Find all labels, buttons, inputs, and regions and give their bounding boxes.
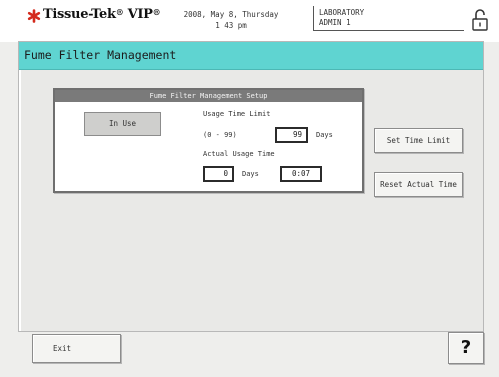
user-info: LABORATORY ADMIN 1 xyxy=(313,6,464,31)
screen: Tissue-Tek® VIP® 2008, May 8, Thursday 1… xyxy=(0,0,499,377)
actual-usage-label: Actual Usage Time xyxy=(203,150,275,158)
logo-text: Tissue-Tek® VIP® xyxy=(43,7,161,22)
page-title: Fume Filter Management xyxy=(19,42,483,70)
usage-limit-range: (0 - 99) xyxy=(203,131,237,139)
set-time-limit-button[interactable]: Set Time Limit xyxy=(374,128,463,153)
location-label: LABORATORY xyxy=(319,8,365,17)
date-time-display: 2008, May 8, Thursday 1 43 pm xyxy=(176,9,286,31)
main-panel: Fume Filter Management Fume Filter Manag… xyxy=(18,41,484,332)
exit-button[interactable]: Exit xyxy=(32,334,121,363)
actual-time-input[interactable]: 0:07 xyxy=(280,166,322,182)
padlock-open-icon xyxy=(472,9,488,31)
asterisk-logo-icon xyxy=(27,8,41,23)
usage-limit-unit: Days xyxy=(316,131,333,139)
actual-days-input[interactable]: 0 xyxy=(203,166,234,182)
actual-days-unit: Days xyxy=(242,170,259,178)
usage-limit-label: Usage Time Limit xyxy=(203,110,271,118)
reset-actual-time-button[interactable]: Reset Actual Time xyxy=(374,172,463,197)
setup-panel: Fume Filter Management Setup In Use Usag… xyxy=(53,88,364,193)
date-label: 2008, May 8, Thursday xyxy=(183,10,279,19)
in-use-button[interactable]: In Use xyxy=(84,112,161,136)
header: Tissue-Tek® VIP® 2008, May 8, Thursday 1… xyxy=(0,0,499,42)
usage-limit-input[interactable]: 99 xyxy=(275,127,308,143)
user-label: ADMIN 1 xyxy=(319,18,351,27)
lock-button[interactable] xyxy=(470,7,490,33)
help-button[interactable]: ? xyxy=(448,332,484,364)
time-label: 1 43 pm xyxy=(215,21,247,30)
setup-panel-title: Fume Filter Management Setup xyxy=(55,90,362,102)
logo: Tissue-Tek® VIP® xyxy=(27,7,161,23)
